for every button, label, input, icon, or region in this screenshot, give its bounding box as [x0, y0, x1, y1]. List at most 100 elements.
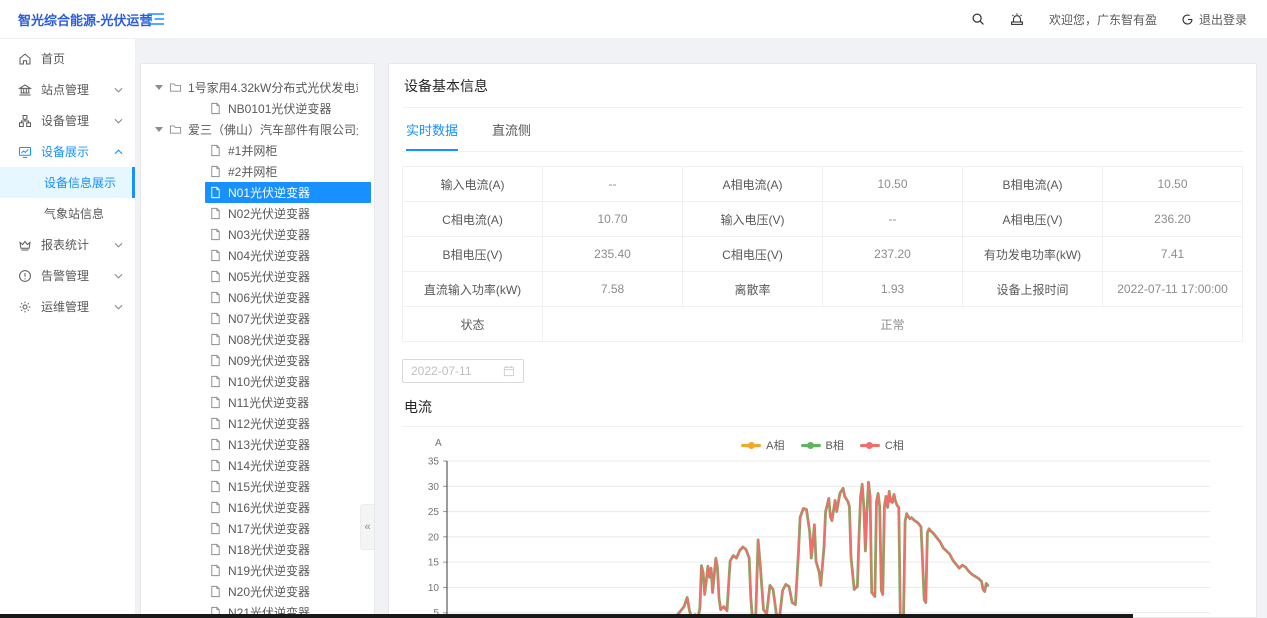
date-picker[interactable]: 2022-07-11 — [402, 359, 524, 383]
file-icon — [209, 354, 222, 367]
sidebar-item-label: 设备管理 — [41, 112, 89, 129]
alarm-icon[interactable] — [1009, 11, 1025, 27]
sidebar-item-label: 报表统计 — [41, 236, 89, 253]
file-icon — [209, 249, 222, 262]
tree-folder-0[interactable]: 1号家用4.32kW分布式光伏发电站 — [141, 77, 374, 98]
svg-text:30: 30 — [428, 482, 440, 493]
sidebar-subitem-label: 设备信息展示 — [44, 174, 116, 191]
info-value: 1.93 — [823, 272, 963, 307]
report-icon — [18, 238, 32, 252]
tree-node-label: N08光伏逆变器 — [228, 331, 310, 348]
data-tabs: 实时数据 直流侧 — [402, 108, 1243, 152]
series-line-B相 — [447, 482, 988, 618]
tree-node-label: N12光伏逆变器 — [228, 415, 310, 432]
info-value: 237.20 — [823, 237, 963, 272]
logout-button[interactable]: 退出登录 — [1181, 11, 1247, 28]
legend-label: B相 — [826, 437, 844, 453]
tree-folder-1[interactable]: 爱三（佛山）汽车部件有限公司光伏发 — [141, 119, 374, 140]
file-icon — [209, 375, 222, 388]
svg-text:20: 20 — [428, 532, 440, 543]
legend-item-C相[interactable]: C相 — [860, 437, 904, 453]
folder-icon — [169, 81, 182, 94]
sidebar-subitem-3-1[interactable]: 气象站信息 — [0, 198, 135, 229]
tree-node-label: N14光伏逆变器 — [228, 457, 310, 474]
file-icon — [209, 585, 222, 598]
cluster-icon — [18, 114, 32, 128]
tree-node[interactable]: #2并网柜 — [141, 161, 374, 182]
y-axis-unit-label: A — [435, 438, 442, 449]
legend-item-B相[interactable]: B相 — [801, 437, 844, 453]
tree-node-label: N15光伏逆变器 — [228, 478, 310, 495]
tree-node[interactable]: N01光伏逆变器 — [141, 182, 374, 203]
tree-node[interactable]: N05光伏逆变器 — [141, 266, 374, 287]
chevron-down-icon — [114, 118, 123, 124]
series-line-C相 — [447, 482, 988, 618]
search-icon[interactable] — [971, 12, 985, 26]
info-label: B相电流(A) — [963, 167, 1103, 202]
file-icon — [209, 543, 222, 556]
tree-node[interactable]: N03光伏逆变器 — [141, 224, 374, 245]
chevron-down-icon — [114, 242, 123, 248]
sidebar-item-4[interactable]: 报表统计 — [0, 229, 135, 260]
file-icon — [209, 438, 222, 451]
tree-node[interactable]: N20光伏逆变器 — [141, 581, 374, 602]
file-icon — [209, 165, 222, 178]
tab-0[interactable]: 实时数据 — [406, 120, 458, 151]
main-content: « 1号家用4.32kW分布式光伏发电站 NB0101光伏逆变器爱三（佛山）汽车部… — [136, 39, 1267, 618]
tree-node-selected[interactable]: N01光伏逆变器 — [205, 182, 371, 203]
caret-down-icon[interactable] — [155, 127, 163, 132]
info-value: 7.58 — [543, 272, 683, 307]
tree-node[interactable]: NB0101光伏逆变器 — [141, 98, 374, 119]
app-logo: 智光综合能源-光伏运营 — [0, 10, 135, 29]
menu-fold-icon[interactable] — [147, 12, 165, 26]
caret-down-icon[interactable] — [155, 85, 163, 90]
tree-node-label: #1并网柜 — [228, 142, 277, 159]
tree-node[interactable]: N16光伏逆变器 — [141, 497, 374, 518]
tree-node[interactable]: N08光伏逆变器 — [141, 329, 374, 350]
tree-node[interactable]: N12光伏逆变器 — [141, 413, 374, 434]
info-value: 2022-07-11 17:00:00 — [1103, 272, 1243, 307]
svg-text:15: 15 — [428, 558, 440, 569]
tree-node[interactable]: N15光伏逆变器 — [141, 476, 374, 497]
legend-marker — [741, 444, 761, 447]
sidebar-item-5[interactable]: 告警管理 — [0, 260, 135, 291]
tree-node[interactable]: N13光伏逆变器 — [141, 434, 374, 455]
page-body: 首页站点管理设备管理设备展示设备信息展示气象站信息报表统计告警管理运维管理 « … — [0, 39, 1267, 618]
tree-node-label: N09光伏逆变器 — [228, 352, 310, 369]
welcome-text: 欢迎您，广东智有盈 — [1049, 11, 1157, 28]
file-icon — [209, 312, 222, 325]
tree-node[interactable]: N04光伏逆变器 — [141, 245, 374, 266]
tree-node[interactable]: N18光伏逆变器 — [141, 539, 374, 560]
legend-marker — [860, 444, 880, 447]
tree-node[interactable]: N07光伏逆变器 — [141, 308, 374, 329]
tree-node[interactable]: N06光伏逆变器 — [141, 287, 374, 308]
tab-1[interactable]: 直流侧 — [492, 120, 531, 151]
sidebar-item-6[interactable]: 运维管理 — [0, 291, 135, 322]
tree-node-label: N07光伏逆变器 — [228, 310, 310, 327]
tree-node[interactable]: N17光伏逆变器 — [141, 518, 374, 539]
tree-node-label: N20光伏逆变器 — [228, 583, 310, 600]
sidebar-item-3[interactable]: 设备展示 — [0, 136, 135, 167]
file-icon — [209, 396, 222, 409]
tree-collapse-handle[interactable]: « — [360, 504, 374, 550]
tree-node[interactable]: N10光伏逆变器 — [141, 371, 374, 392]
sidebar-subitem-3-0[interactable]: 设备信息展示 — [0, 167, 135, 198]
tree-node[interactable]: N19光伏逆变器 — [141, 560, 374, 581]
tree-node[interactable]: N11光伏逆变器 — [141, 392, 374, 413]
tree-node[interactable]: N14光伏逆变器 — [141, 455, 374, 476]
tree-node-label: NB0101光伏逆变器 — [228, 100, 331, 117]
info-value: 10.50 — [823, 167, 963, 202]
info-label: A相电压(V) — [963, 202, 1103, 237]
legend-marker — [801, 444, 821, 447]
file-icon — [209, 291, 222, 304]
tree-node[interactable]: N09光伏逆变器 — [141, 350, 374, 371]
tree-node[interactable]: N02光伏逆变器 — [141, 203, 374, 224]
legend-item-A相[interactable]: A相 — [741, 437, 784, 453]
file-icon — [209, 186, 222, 199]
info-value: 7.41 — [1103, 237, 1243, 272]
sidebar-item-2[interactable]: 设备管理 — [0, 105, 135, 136]
legend-label: A相 — [766, 437, 784, 453]
sidebar-item-1[interactable]: 站点管理 — [0, 74, 135, 105]
tree-node[interactable]: #1并网柜 — [141, 140, 374, 161]
sidebar-item-0[interactable]: 首页 — [0, 43, 135, 74]
